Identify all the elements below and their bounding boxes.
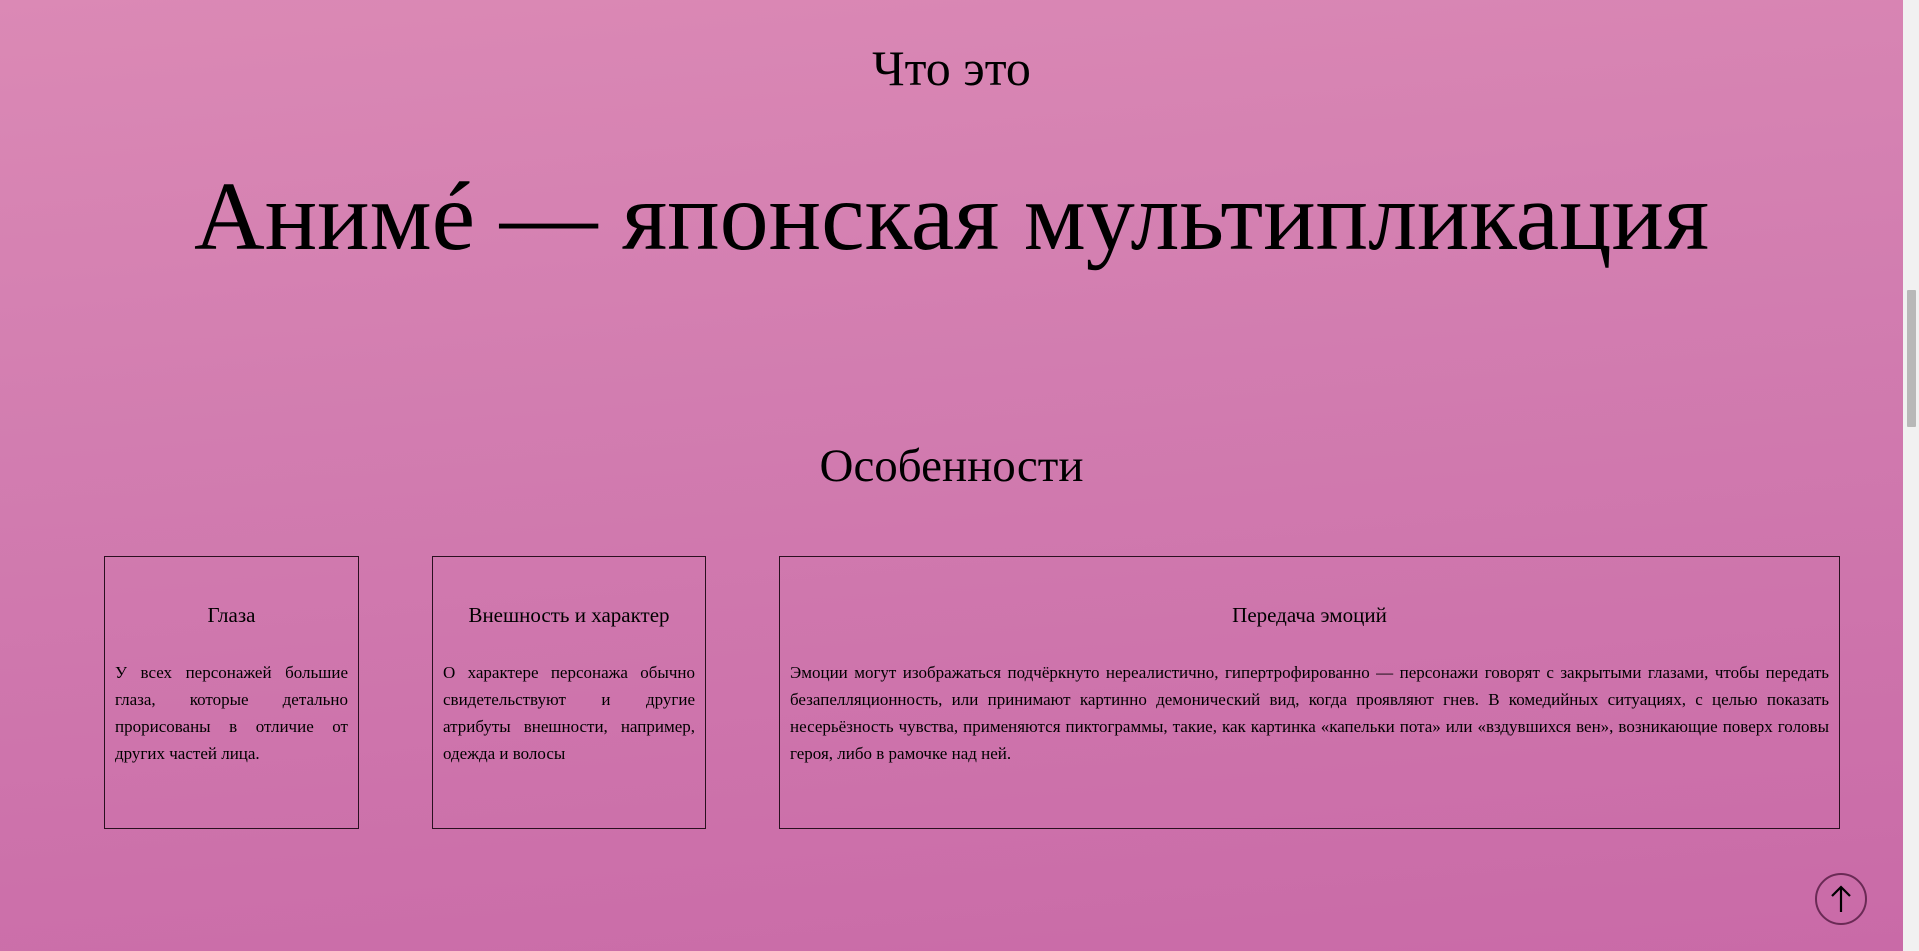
section-kicker: Что это: [872, 40, 1031, 96]
feature-card-text: У всех персонажей большие глаза, которые…: [115, 663, 348, 763]
feature-card-title: Глаза: [207, 603, 256, 627]
feature-card-title: Передача эмоций: [1232, 603, 1387, 627]
arrow-up-icon: [1831, 885, 1851, 912]
feature-card-appearance: Внешность и характер О характере персона…: [432, 556, 706, 829]
scroll-to-top-button[interactable]: [1815, 873, 1867, 925]
feature-card-emotions: Передача эмоций Эмоции могут изображатьс…: [779, 556, 1840, 829]
page: Что это Анимé — японская мультипликация …: [0, 0, 1903, 951]
feature-card-title: Внешность и характер: [468, 603, 670, 627]
feature-card-eyes: Глаза У всех персонажей большие глаза, к…: [104, 556, 359, 829]
feature-card-text: Эмоции могут изображаться подчёркнуто не…: [790, 663, 1829, 763]
scrollbar-thumb[interactable]: [1907, 290, 1916, 427]
features-title: Особенности: [819, 440, 1084, 492]
vertical-scrollbar[interactable]: [1903, 0, 1919, 951]
page-headline: Анимé — японская мультипликация: [193, 163, 1710, 271]
feature-card-text: О характере персонажа обычно свидетельст…: [443, 663, 695, 763]
